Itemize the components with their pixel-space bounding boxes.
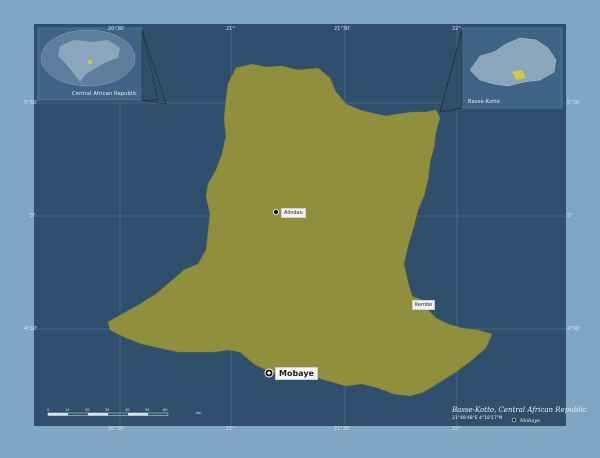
scale-label-20: 20	[85, 408, 90, 412]
graticule-right-3: 4°30'	[567, 326, 581, 332]
graticule-right-2: 5°	[567, 213, 573, 219]
scale-label-50: 50	[145, 408, 150, 412]
legend-capital-label: Mobaye	[520, 418, 541, 424]
scale-label-40: 40	[125, 408, 130, 412]
place-label-alindao[interactable]: Alindao	[281, 208, 306, 218]
graticule-bottom-4: 22°	[452, 426, 461, 432]
region-basse-kotto[interactable]	[107, 63, 493, 397]
graticule-top-2: 21°	[226, 26, 235, 32]
graticule-left-1: 5°30'	[24, 100, 38, 106]
graticule-top-4: 22°	[452, 26, 461, 32]
world-inset-label: Central African Republic	[72, 91, 137, 97]
scale-label-30: 30	[105, 408, 110, 412]
scale-bar	[47, 412, 169, 416]
scale-label-km: km	[196, 411, 202, 415]
scale-label-0: 0	[47, 408, 50, 412]
alindao-marker[interactable]	[272, 208, 279, 215]
country-inset	[439, 27, 563, 113]
map-canvas	[34, 24, 566, 426]
map-title: Basse-Kotto, Central African Republic	[452, 406, 587, 414]
mobaye-marker-ring	[267, 371, 271, 375]
place-label-kembe[interactable]: Kembe	[412, 300, 436, 310]
graticule-bottom-1: 20°30'	[108, 426, 125, 432]
country-inset-label: Basse-Kotto	[468, 99, 500, 105]
graticule-bottom-2: 21°	[226, 426, 235, 432]
graticule-right-1: 5°30'	[567, 100, 581, 106]
graticule-bottom-3: 21°30'	[334, 426, 351, 432]
map-frame: 20°30' 21° 21°30' 22° 20°30' 21° 21°30' …	[0, 0, 600, 458]
scale-label-10: 10	[65, 408, 70, 412]
scale-label-60: 60	[163, 408, 168, 412]
graticule-top-1: 20°30'	[108, 26, 125, 32]
place-label-mobaye[interactable]: Mobaye	[275, 367, 318, 380]
graticule-left-2: 5°	[30, 213, 36, 219]
graticule-left-3: 4°30'	[24, 326, 38, 332]
graticule-top-3: 21°30'	[334, 26, 351, 32]
